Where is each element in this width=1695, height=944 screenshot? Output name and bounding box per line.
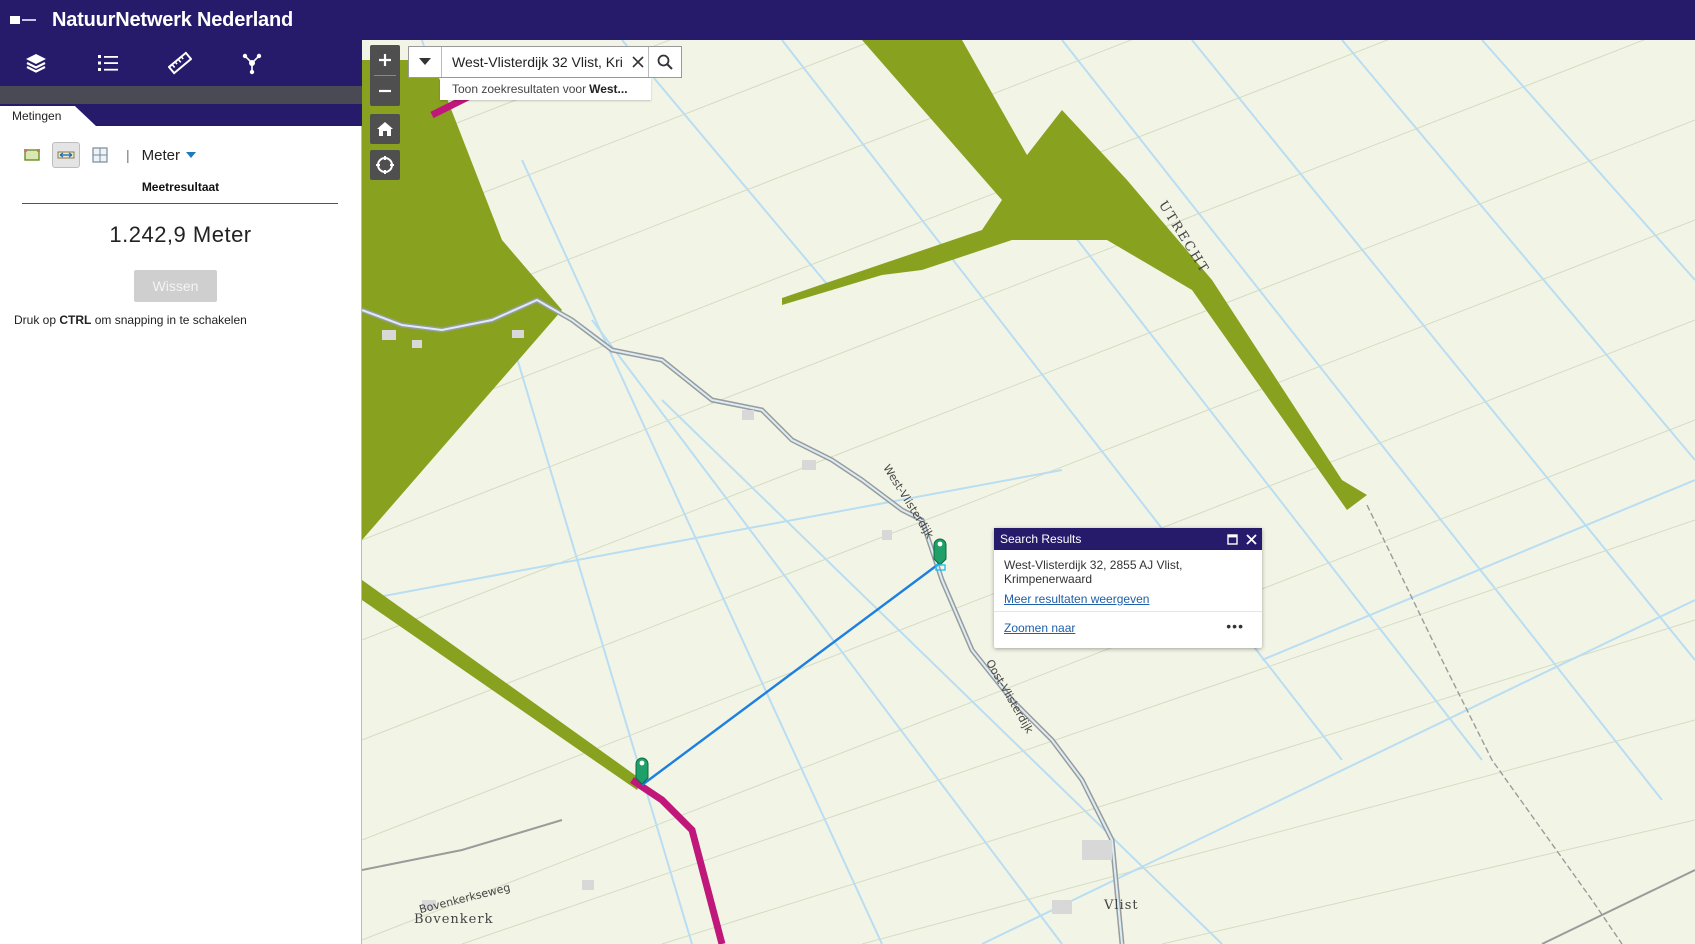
unit-label: Meter [141, 146, 180, 164]
chevron-down-icon [185, 152, 196, 158]
map-pin-end [933, 538, 947, 571]
distance-icon [57, 151, 75, 159]
app-title: NatuurNetwerk Nederland [52, 8, 294, 31]
logo-icon [10, 14, 40, 26]
map-canvas [362, 40, 1695, 944]
search-suggestion[interactable]: Toon zoekresultaten voor West... [440, 78, 651, 100]
search-icon [657, 54, 673, 70]
popup-divider [994, 611, 1262, 612]
search-source-dropdown[interactable] [409, 47, 442, 77]
map-pin-start [635, 757, 649, 785]
tab-metingen[interactable]: Metingen [0, 106, 96, 126]
widget-toolbar [0, 40, 362, 86]
area-measure-button[interactable] [18, 142, 46, 168]
clear-search-button[interactable] [628, 47, 648, 77]
zoom-out-button[interactable] [370, 76, 400, 106]
more-actions-button[interactable]: ••• [1226, 618, 1244, 634]
result-divider [22, 203, 338, 204]
measure-tools: | Meter [18, 142, 196, 168]
share-button[interactable] [216, 40, 288, 86]
close-icon [632, 56, 644, 68]
area-icon [24, 149, 40, 161]
maximize-icon [1226, 533, 1238, 545]
close-icon [1245, 533, 1257, 545]
zoom-in-button[interactable] [370, 45, 400, 75]
popup-address: West-Vlisterdijk 32, 2855 AJ Vlist, Krim… [1004, 558, 1183, 586]
popup-title: Search Results [1000, 532, 1082, 546]
search-box [408, 46, 682, 78]
popup-header: Search Results [994, 528, 1262, 550]
distance-measure-button[interactable] [52, 142, 80, 168]
measure-ruler-icon [168, 51, 192, 75]
map-view[interactable]: UTRECHT West-Vlisterdijk Oost-Vlisterdij… [362, 40, 1695, 944]
tool-separator: | [126, 147, 130, 163]
home-button[interactable] [370, 114, 400, 144]
search-input[interactable] [442, 47, 628, 77]
legend-list-icon [98, 55, 118, 71]
location-measure-button[interactable] [86, 142, 114, 168]
plus-icon [379, 54, 391, 66]
result-value: 1.242,9 Meter [109, 222, 252, 247]
search-results-popup: Search Results West-Vlisterdijk 32, 2855… [994, 528, 1262, 648]
home-icon [377, 122, 393, 136]
locate-crosshair-icon [376, 156, 394, 174]
minus-icon [379, 89, 391, 93]
close-popup-button[interactable] [1243, 531, 1259, 547]
layers-button[interactable] [0, 40, 72, 86]
hint-suffix: om snapping in te schakelen [94, 313, 247, 327]
locate-button[interactable] [370, 150, 400, 180]
caret-down-icon [419, 58, 431, 65]
panel-tab-row: Metingen [0, 104, 362, 126]
zoom-control [370, 45, 400, 106]
location-grid-icon [92, 147, 108, 163]
measurement-panel: | Meter Meetresultaat 1.242,9 Meter Wiss… [0, 126, 362, 944]
search-button[interactable] [648, 47, 681, 77]
unit-dropdown[interactable]: Meter [142, 147, 196, 164]
tab-strip [0, 86, 362, 104]
clear-button[interactable]: Wissen [134, 270, 217, 302]
suggestion-prefix: Toon zoekresultaten voor [452, 82, 587, 96]
app-header: NatuurNetwerk Nederland [0, 0, 1695, 40]
snapping-hint: Druk op CTRL om snapping in te schakelen [14, 313, 247, 327]
zoom-to-link[interactable]: Zoomen naar [1004, 621, 1075, 635]
result-heading: Meetresultaat [141, 180, 220, 194]
more-results-link[interactable]: Meer resultaten weergeven [1004, 592, 1149, 606]
measure-button[interactable] [144, 40, 216, 86]
label-vlist: Vlist [1104, 898, 1139, 913]
legend-button[interactable] [72, 40, 144, 86]
layers-icon [26, 54, 46, 73]
share-icon [242, 53, 262, 75]
maximize-button[interactable] [1224, 531, 1240, 547]
hint-key: CTRL [59, 313, 92, 327]
label-bovenkerk: Bovenkerk [414, 912, 494, 927]
suggestion-term: West... [589, 82, 628, 96]
hint-prefix: Druk op [14, 313, 57, 327]
